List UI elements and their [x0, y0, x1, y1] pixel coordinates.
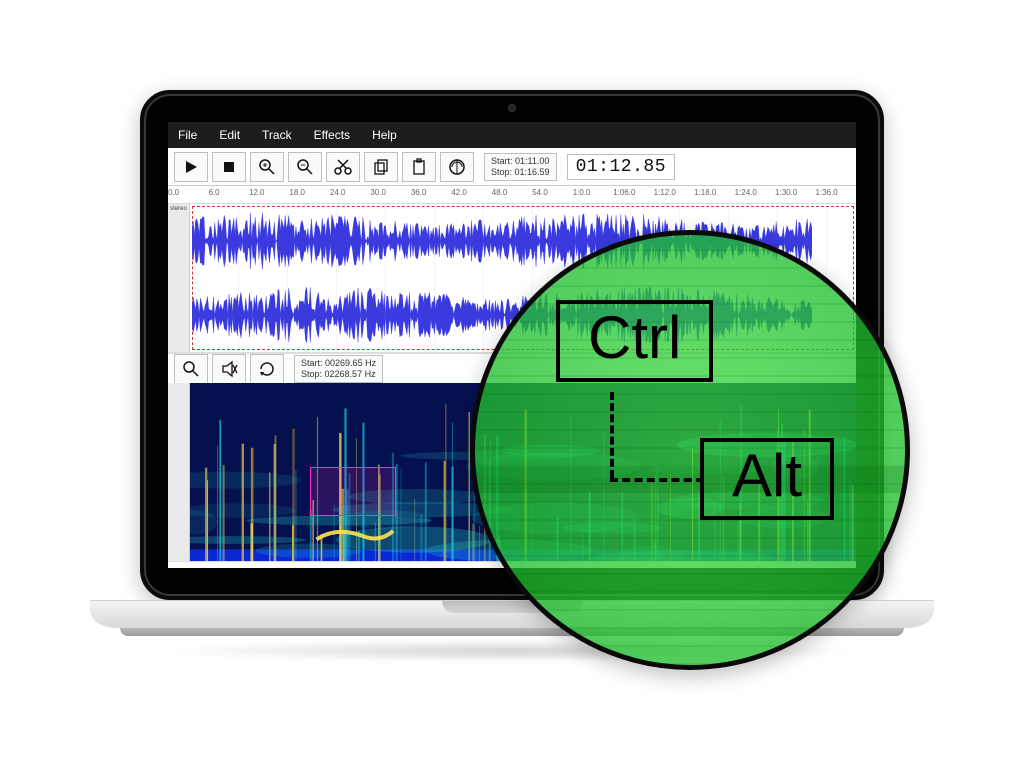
- laptop-base: [90, 600, 934, 628]
- sel-start-value: 01:11.00: [515, 156, 549, 166]
- waveform-track: stereo: [168, 204, 856, 353]
- ruler-tick: 30.0: [370, 188, 386, 197]
- ruler-tick: 6.0: [208, 188, 219, 197]
- ruler-tick: 0.0: [168, 188, 179, 197]
- ruler-tick: 12.0: [249, 188, 265, 197]
- waveform-area[interactable]: [190, 204, 856, 352]
- freq-start-value: 00269.65 Hz: [325, 358, 376, 368]
- zoom-select-button[interactable]: [174, 354, 208, 384]
- zoom-out-button[interactable]: [288, 152, 322, 182]
- ruler-tick: 48.0: [492, 188, 508, 197]
- loop-button[interactable]: [250, 354, 284, 384]
- spectrogram-track-head[interactable]: [168, 383, 190, 561]
- laptop-camera: [508, 104, 516, 112]
- cursor-time: 01:12.85: [567, 154, 675, 180]
- ruler-tick: 24.0: [330, 188, 346, 197]
- laptop-base-edge: [120, 628, 904, 636]
- ruler-tick: 36.0: [411, 188, 427, 197]
- keycap-connector-vertical: [610, 392, 614, 478]
- menu-bar: File Edit Track Effects Help: [168, 122, 856, 148]
- laptop-shadow: [160, 640, 864, 662]
- track-label: stereo: [170, 206, 187, 212]
- waveform-channel-right: [192, 284, 812, 346]
- zoom-in-button[interactable]: [250, 152, 284, 182]
- keycap-alt: Alt: [700, 438, 834, 520]
- frequency-readout: Start: 00269.65 Hz Stop: 02268.57 Hz: [294, 355, 383, 383]
- paste-button[interactable]: [402, 152, 436, 182]
- record-button[interactable]: [440, 152, 474, 182]
- main-toolbar: Start: 01:11.00 Stop: 01:16.59 01:12.85: [168, 148, 856, 186]
- ruler-tick: 18.0: [289, 188, 305, 197]
- freq-stop-label: Stop:: [301, 369, 322, 379]
- freq-start-label: Start:: [301, 358, 323, 368]
- menu-effects[interactable]: Effects: [314, 128, 350, 142]
- laptop-hinge-notch: [442, 601, 582, 613]
- keycap-connector-horizontal: [610, 478, 704, 482]
- spectrogram-toolbar: Start: 00269.65 Hz Stop: 02268.57 Hz: [168, 353, 856, 383]
- sel-stop-label: Stop:: [491, 167, 512, 177]
- ruler-tick: 1:18.0: [694, 188, 716, 197]
- selection-readout: Start: 01:11.00 Stop: 01:16.59: [484, 153, 557, 181]
- ruler-tick: 1:36.0: [816, 188, 838, 197]
- sel-start-label: Start:: [491, 156, 513, 166]
- ruler-tick: 42.0: [451, 188, 467, 197]
- ruler-tick: 1:30.0: [775, 188, 797, 197]
- menu-track[interactable]: Track: [262, 128, 292, 142]
- laptop-frame: File Edit Track Effects Help: [140, 90, 884, 600]
- keycap-ctrl: Ctrl: [556, 300, 713, 382]
- waveform-track-head[interactable]: stereo: [168, 204, 190, 352]
- ruler-tick: 54.0: [532, 188, 548, 197]
- spectrogram-selection[interactable]: [310, 467, 397, 517]
- sel-stop-value: 01:16.59: [515, 167, 550, 177]
- timeline-ruler[interactable]: 0.0 6.0 12.0 18.0 24.0 30.0 36.0 42.0 48.0 54.0 1:…: [168, 186, 856, 204]
- ruler-tick: 1:0.0: [573, 188, 591, 197]
- menu-help[interactable]: Help: [372, 128, 397, 142]
- ruler-tick: 1:06.0: [613, 188, 635, 197]
- copy-button[interactable]: [364, 152, 398, 182]
- menu-edit[interactable]: Edit: [219, 128, 240, 142]
- freq-stop-value: 02268.57 Hz: [325, 369, 376, 379]
- waveform-channel-left: [192, 210, 812, 272]
- mute-button[interactable]: [212, 354, 246, 384]
- ruler-tick: 1:24.0: [735, 188, 757, 197]
- stop-button[interactable]: [212, 152, 246, 182]
- ruler-tick: 1:12.0: [654, 188, 676, 197]
- menu-file[interactable]: File: [178, 128, 197, 142]
- cut-button[interactable]: [326, 152, 360, 182]
- play-button[interactable]: [174, 152, 208, 182]
